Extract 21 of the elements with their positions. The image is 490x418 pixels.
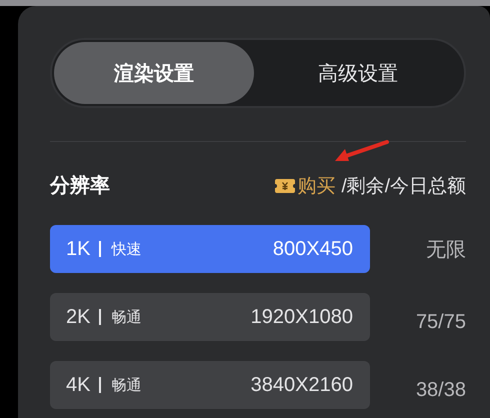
- resolution-option[interactable]: 4K 畅通 3840X2160: [50, 361, 370, 409]
- quota-value: 无限: [426, 238, 466, 262]
- ticket-icon: [275, 178, 296, 192]
- quota-value: 38/38: [416, 378, 466, 402]
- tab[interactable]: 高级设置: [254, 42, 462, 104]
- speed-label: 快速: [111, 240, 142, 258]
- size-label: 800X450: [272, 238, 353, 260]
- size-label: 1920X1080: [250, 306, 353, 328]
- size-label: 3840X2160: [250, 374, 353, 396]
- resolution-option[interactable]: 2K 畅通 1920X1080: [50, 293, 370, 341]
- speed-label: 畅通: [111, 308, 142, 326]
- tier-label: 1K: [66, 238, 90, 260]
- tier-label: 2K: [66, 306, 90, 328]
- section-title: 分辨率: [50, 174, 110, 199]
- quota-header: /剩余/今日总额: [341, 174, 466, 198]
- resolution-option[interactable]: 1K 快速 800X450: [50, 225, 370, 273]
- quota-value: 75/75: [416, 310, 466, 334]
- tab[interactable]: 渲染设置: [54, 42, 254, 104]
- speed-label: 畅通: [111, 376, 142, 394]
- buy-link[interactable]: 购买: [297, 172, 336, 198]
- tier-label: 4K: [66, 374, 90, 396]
